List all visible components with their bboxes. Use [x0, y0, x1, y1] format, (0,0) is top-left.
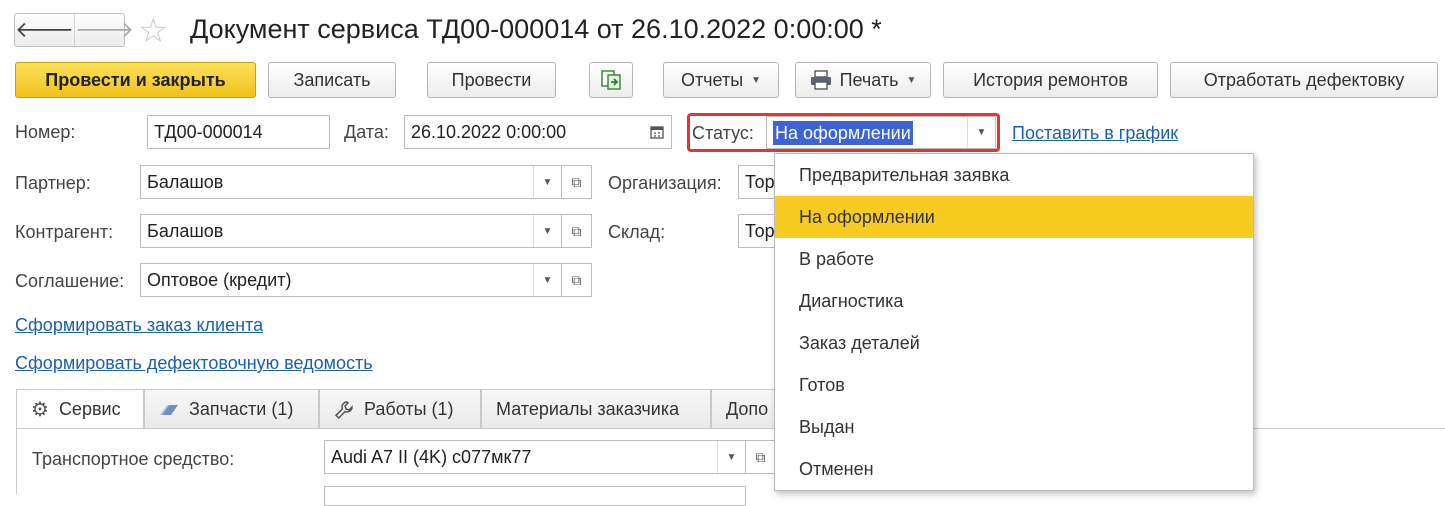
date-value: 26.10.2022 0:00:00 — [411, 121, 567, 142]
partner-value: Балашов — [147, 171, 224, 192]
date-label: Дата: — [344, 122, 389, 142]
tab-works[interactable]: Работы (1) — [319, 389, 481, 429]
status-option[interactable]: В работе — [775, 238, 1253, 280]
calendar-icon[interactable] — [643, 116, 671, 148]
organization-value: Тор — [745, 171, 775, 192]
number-field[interactable]: ТД00-000014 — [147, 115, 330, 149]
number-label: Номер: — [15, 122, 76, 142]
vehicle-label: Транспортное средство: — [32, 449, 235, 469]
vehicle-field[interactable]: Audi A7 II (4K) с077мк77 ▼ — [324, 440, 746, 474]
organization-field[interactable]: Тор — [738, 165, 778, 199]
status-dropdown-list: Предварительная заявка На оформлении В раб… — [774, 153, 1254, 491]
tab-customer-materials[interactable]: Материалы заказчика — [481, 389, 711, 429]
tab-additional[interactable]: Допо — [711, 389, 781, 429]
status-option[interactable]: Заказ деталей — [775, 322, 1253, 364]
tab-label: Сервис — [58, 399, 121, 419]
tab-parts[interactable]: Запчасти (1) — [144, 389, 319, 429]
tab-bar: ⚙ Сервис Запчасти (1) Работы (1) Материа… — [16, 389, 781, 429]
tab-label: Запчасти (1) — [189, 399, 294, 419]
back-button[interactable]: 🡐 — [15, 14, 74, 46]
status-option[interactable]: Готов — [775, 364, 1253, 406]
agreement-field[interactable]: Оптовое (кредит) ▼ — [140, 263, 562, 297]
warehouse-value: Тор — [745, 220, 775, 241]
chevron-down-icon[interactable]: ▼ — [533, 166, 561, 198]
back-arrow-icon: 🡐 — [15, 17, 74, 42]
navigation-group: 🡐 🡒 — [14, 13, 134, 47]
schedule-link[interactable]: Поставить в график — [1012, 123, 1178, 144]
forward-button[interactable]: 🡒 — [74, 14, 134, 46]
wrench-icon — [334, 400, 353, 419]
date-field[interactable]: 26.10.2022 0:00:00 — [404, 115, 672, 149]
chevron-down-icon: ▼ — [751, 74, 762, 86]
print-button[interactable]: Печать ▼ — [795, 62, 931, 98]
printer-icon — [810, 70, 831, 90]
partner-label: Партнер: — [15, 173, 91, 193]
chevron-down-icon[interactable]: ▼ — [533, 264, 561, 296]
forward-arrow-icon: 🡒 — [75, 17, 134, 42]
contractor-field[interactable]: Балашов ▼ — [140, 214, 562, 248]
print-label: Печать — [839, 69, 899, 90]
create-defect-sheet-link[interactable]: Сформировать дефектовочную ведомость — [15, 353, 373, 374]
status-option[interactable]: Отменен — [775, 448, 1253, 490]
chevron-down-icon: ▼ — [906, 74, 917, 86]
status-option[interactable]: Предварительная заявка — [775, 154, 1253, 196]
contractor-value: Балашов — [147, 220, 224, 241]
warehouse-field[interactable]: Тор — [738, 214, 778, 248]
status-value: На оформлении — [773, 120, 913, 145]
open-partner-icon[interactable]: ⧉ — [562, 165, 592, 199]
page-title: Документ сервиса ТД00-000014 от 26.10.20… — [190, 14, 882, 44]
status-option[interactable]: Диагностика — [775, 280, 1253, 322]
reports-label: Отчеты — [680, 69, 744, 90]
favorite-star-icon[interactable]: ☆ — [138, 12, 168, 50]
document-structure-icon — [601, 70, 621, 90]
status-select[interactable]: На оформлении ▼ — [766, 116, 996, 149]
tab-label: Допо — [726, 399, 769, 419]
status-option[interactable]: На оформлении — [775, 196, 1253, 238]
panel-border — [16, 429, 17, 494]
vehicle-value: Audi A7 II (4K) с077мк77 — [331, 446, 532, 467]
status-option[interactable]: Выдан — [775, 406, 1253, 448]
create-client-order-link[interactable]: Сформировать заказ клиента — [15, 315, 263, 336]
reports-button[interactable]: Отчеты ▼ — [663, 62, 779, 98]
agreement-value: Оптовое (кредит) — [147, 269, 292, 290]
number-value: ТД00-000014 — [154, 121, 263, 142]
status-label: Статус: — [692, 123, 754, 143]
open-agreement-icon[interactable]: ⧉ — [562, 263, 592, 297]
open-contractor-icon[interactable]: ⧉ — [562, 214, 592, 248]
chevron-down-icon[interactable]: ▼ — [533, 215, 561, 247]
gear-icon: ⚙ — [31, 399, 49, 421]
tab-label: Материалы заказчика — [496, 399, 680, 419]
post-button[interactable]: Провести — [427, 62, 556, 98]
parts-icon — [160, 404, 178, 415]
next-field[interactable] — [324, 486, 746, 506]
warehouse-label: Склад: — [608, 222, 666, 242]
save-button[interactable]: Записать — [268, 62, 396, 98]
agreement-label: Соглашение: — [15, 271, 125, 291]
open-vehicle-icon[interactable]: ⧉ — [746, 440, 776, 474]
tab-label: Работы (1) — [364, 399, 454, 419]
tab-service[interactable]: ⚙ Сервис — [16, 389, 144, 429]
repair-history-button[interactable]: История ремонтов — [943, 62, 1158, 98]
post-and-close-button[interactable]: Провести и закрыть — [15, 62, 256, 98]
organization-label: Организация: — [608, 173, 722, 193]
related-docs-button[interactable] — [589, 62, 633, 98]
contractor-label: Контрагент: — [15, 222, 114, 242]
chevron-down-icon[interactable]: ▼ — [717, 441, 745, 473]
partner-field[interactable]: Балашов ▼ — [140, 165, 562, 199]
process-defects-button[interactable]: Отработать дефектовку — [1170, 62, 1438, 98]
chevron-down-icon[interactable]: ▼ — [967, 117, 995, 148]
